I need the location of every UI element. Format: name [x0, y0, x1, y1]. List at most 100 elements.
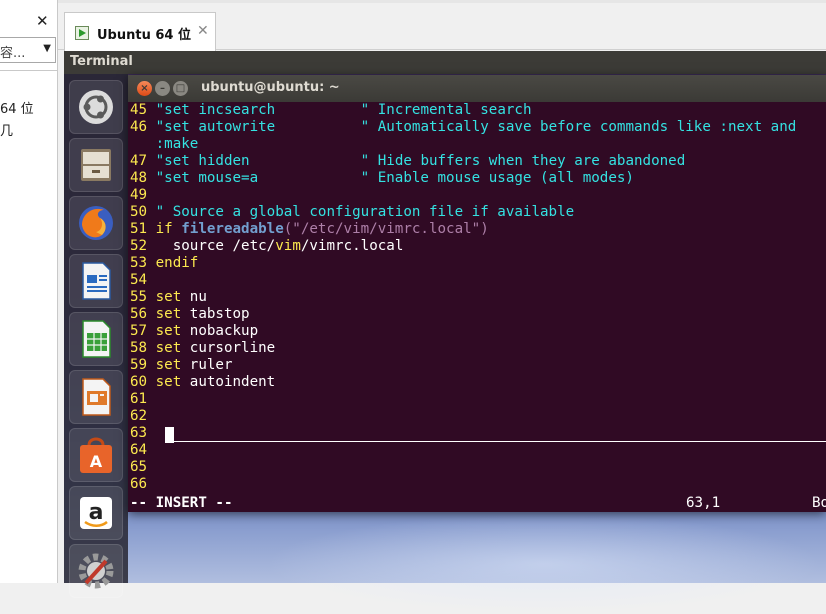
- line-number: 60: [130, 374, 148, 390]
- libreoffice-impress-icon[interactable]: [69, 370, 123, 424]
- editor-line: 66: [130, 476, 156, 493]
- line-number: 58: [130, 340, 148, 356]
- close-window-button[interactable]: ×: [137, 81, 152, 96]
- line-number: 63: [130, 425, 148, 441]
- software-center-icon[interactable]: A: [69, 428, 123, 482]
- firefox-icon[interactable]: [69, 196, 123, 250]
- keyword: set: [155, 340, 182, 356]
- editor-line: 54: [130, 272, 156, 289]
- svg-text:a: a: [89, 500, 104, 525]
- editor-line: 61: [130, 391, 156, 408]
- comment-text: " Hide buffers when they are abandoned: [249, 153, 686, 169]
- divider: [0, 70, 58, 71]
- code-text: " Source a global configuration file if …: [155, 204, 575, 220]
- editor-line: 55 set nu: [130, 289, 207, 306]
- editor-line: 50 " Source a global configuration file …: [130, 204, 574, 221]
- line-number: 62: [130, 408, 148, 424]
- code-text: autoindent: [181, 374, 276, 390]
- code-text: cursorline: [181, 340, 276, 356]
- line-number: [130, 136, 147, 152]
- amazon-icon[interactable]: a: [69, 486, 123, 540]
- line-number: 56: [130, 306, 148, 322]
- unity-launcher: A a: [64, 74, 128, 598]
- line-number: 49: [130, 187, 148, 203]
- files-icon[interactable]: [69, 138, 123, 192]
- line-number: 46: [130, 119, 148, 135]
- keyword: if: [155, 221, 182, 237]
- line-number: 54: [130, 272, 148, 288]
- close-icon[interactable]: ✕: [36, 12, 49, 30]
- libreoffice-calc-icon[interactable]: [69, 312, 123, 366]
- keyword: set: [155, 323, 182, 339]
- window-titlebar[interactable]: × – □ ubuntu@ubuntu: ~: [128, 75, 826, 102]
- library-dropdown[interactable]: 容... ▼: [0, 37, 56, 63]
- minimize-window-button[interactable]: –: [155, 81, 170, 96]
- string-literal: ("/etc/vim/vimrc.local"): [283, 221, 489, 237]
- editor-line: 57 set nobackup: [130, 323, 258, 340]
- line-number: 45: [130, 102, 148, 118]
- line-number: 61: [130, 391, 148, 407]
- editor-line: 62: [130, 408, 156, 425]
- line-number: 47: [130, 153, 148, 169]
- keyword: set: [155, 289, 182, 305]
- cursor-position: 63,1: [686, 495, 721, 511]
- line-number: 50: [130, 204, 148, 220]
- editor-line: 58 set cursorline: [130, 340, 275, 357]
- close-icon[interactable]: ✕: [197, 23, 209, 39]
- editor-line: 49: [130, 187, 156, 204]
- line-number: 55: [130, 289, 148, 305]
- line-number: 53: [130, 255, 148, 271]
- system-settings-icon[interactable]: [69, 544, 123, 598]
- dropdown-value: 容...: [0, 46, 26, 61]
- keyword: set: [155, 357, 182, 373]
- code-text: nobackup: [181, 323, 259, 339]
- line-number: 59: [130, 357, 148, 373]
- code-text: nu: [181, 289, 207, 305]
- comment-text: " Automatically save before commands lik…: [275, 119, 797, 135]
- line-number: 64: [130, 442, 148, 458]
- terminal-window[interactable]: × – □ ubuntu@ubuntu: ~ 45 "set incsearch…: [128, 75, 826, 512]
- library-item[interactable]: 几: [0, 120, 13, 139]
- divider: [58, 0, 826, 3]
- vim-editor[interactable]: 45 "set incsearch " Incremental search 46…: [128, 102, 826, 512]
- chevron-down-icon[interactable]: ▼: [43, 43, 51, 54]
- highlight-text: vim: [275, 238, 301, 254]
- editor-line: 48 "set mouse=a " Enable mouse usage (al…: [130, 170, 634, 187]
- editor-line: 52 source /etc/vim/vimrc.local: [130, 238, 403, 255]
- editor-line: 53 endif: [130, 255, 198, 272]
- keyword: set: [155, 306, 182, 322]
- editor-line: :make: [130, 136, 199, 153]
- function-name: filereadable: [181, 221, 284, 237]
- editor-line: 60 set autoindent: [130, 374, 275, 391]
- code-text: :make: [155, 136, 199, 152]
- scroll-percent: Bo: [812, 495, 826, 511]
- library-item[interactable]: 64 位: [0, 98, 34, 117]
- libreoffice-writer-icon[interactable]: [69, 254, 123, 308]
- comment-text: " Enable mouse usage (all modes): [258, 170, 634, 186]
- code-text: source /etc/: [155, 238, 276, 254]
- editor-line: 59 set ruler: [130, 357, 233, 374]
- code-text: tabstop: [181, 306, 250, 322]
- comment-text: " Incremental search: [275, 102, 532, 118]
- tab-ubuntu-vm[interactable]: Ubuntu 64 位 ✕: [64, 12, 216, 51]
- line-number: 65: [130, 459, 148, 475]
- active-app-title: Terminal: [70, 54, 133, 69]
- text-cursor: [165, 427, 174, 443]
- editor-line: 47 "set hidden " Hide buffers when they …: [130, 153, 685, 170]
- maximize-window-button[interactable]: □: [173, 81, 188, 96]
- line-number: 51: [130, 221, 148, 237]
- code-text: "set hidden: [155, 153, 250, 169]
- left-panel: ✕ 容... ▼ 64 位 几: [0, 0, 58, 583]
- code-text: ruler: [181, 357, 233, 373]
- ubuntu-dash-icon[interactable]: [69, 80, 123, 134]
- editor-line: 46 "set autowrite " Automatically save b…: [130, 119, 796, 136]
- ubuntu-top-panel: Terminal: [64, 51, 826, 74]
- editor-line: 63: [130, 425, 156, 442]
- mode-indicator: -- INSERT --: [130, 495, 233, 511]
- wallpaper-glow: [264, 514, 824, 614]
- cursorline-underline: [168, 441, 826, 442]
- code-text: endif: [155, 255, 199, 271]
- code-text: "set autowrite: [155, 119, 276, 135]
- code-text: /vimrc.local: [300, 238, 404, 254]
- editor-line: 45 "set incsearch " Incremental search: [130, 102, 531, 119]
